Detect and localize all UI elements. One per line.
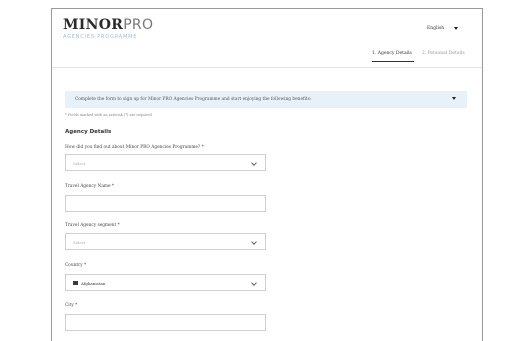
find-out-label: How did you find out about Minor PRO Age… — [65, 145, 204, 150]
language-label: English — [427, 26, 445, 31]
city-label: City * — [65, 303, 78, 308]
agency-name-input[interactable] — [65, 195, 266, 212]
language-selector[interactable]: English — [427, 26, 459, 31]
page-frame: MINORPRO AGENCIES PROGRAMME English 1. A… — [51, 8, 483, 341]
logo-name-light: PRO — [123, 17, 154, 33]
segment-value: Select — [73, 239, 86, 245]
chevron-down-icon — [251, 160, 257, 166]
header: MINORPRO AGENCIES PROGRAMME English 1. A… — [52, 9, 482, 67]
section-title: Agency Details — [65, 129, 112, 135]
country-name: Afghanistan — [81, 280, 106, 286]
find-out-value: Select — [73, 160, 86, 166]
country-value: Afghanistan — [73, 281, 105, 286]
caret-down-icon[interactable] — [452, 97, 456, 100]
city-input[interactable] — [65, 314, 266, 331]
country-label: Country * — [65, 263, 87, 268]
tab-agency-details[interactable]: 1. Agency Details — [372, 51, 414, 62]
banner-text: Complete the form to sign up for Minor P… — [75, 97, 312, 102]
required-note: * Fields marked with an asterisk (*) are… — [65, 113, 152, 117]
agency-name-label: Travel Agency Name * — [65, 184, 115, 189]
logo-name-bold: MINOR — [63, 17, 124, 33]
benefits-banner[interactable]: Complete the form to sign up for Minor P… — [65, 91, 467, 108]
minor-pro-logo[interactable]: MINORPRO AGENCIES PROGRAMME — [63, 17, 153, 40]
segment-label: Travel Agency segment * — [65, 223, 120, 228]
step-tabs: 1. Agency Details 2. Personal Details — [372, 51, 465, 62]
chevron-down-icon — [251, 239, 257, 245]
chevron-down-icon — [251, 280, 257, 286]
header-divider — [52, 67, 482, 68]
logo-subtitle: AGENCIES PROGRAMME — [63, 34, 138, 40]
tab-personal-details[interactable]: 2. Personal Details — [422, 51, 465, 62]
segment-select[interactable]: Select — [65, 233, 266, 250]
flag-icon — [73, 281, 78, 285]
country-select[interactable]: Afghanistan — [65, 274, 266, 291]
find-out-select[interactable]: Select — [65, 154, 266, 171]
caret-down-icon — [454, 27, 459, 30]
